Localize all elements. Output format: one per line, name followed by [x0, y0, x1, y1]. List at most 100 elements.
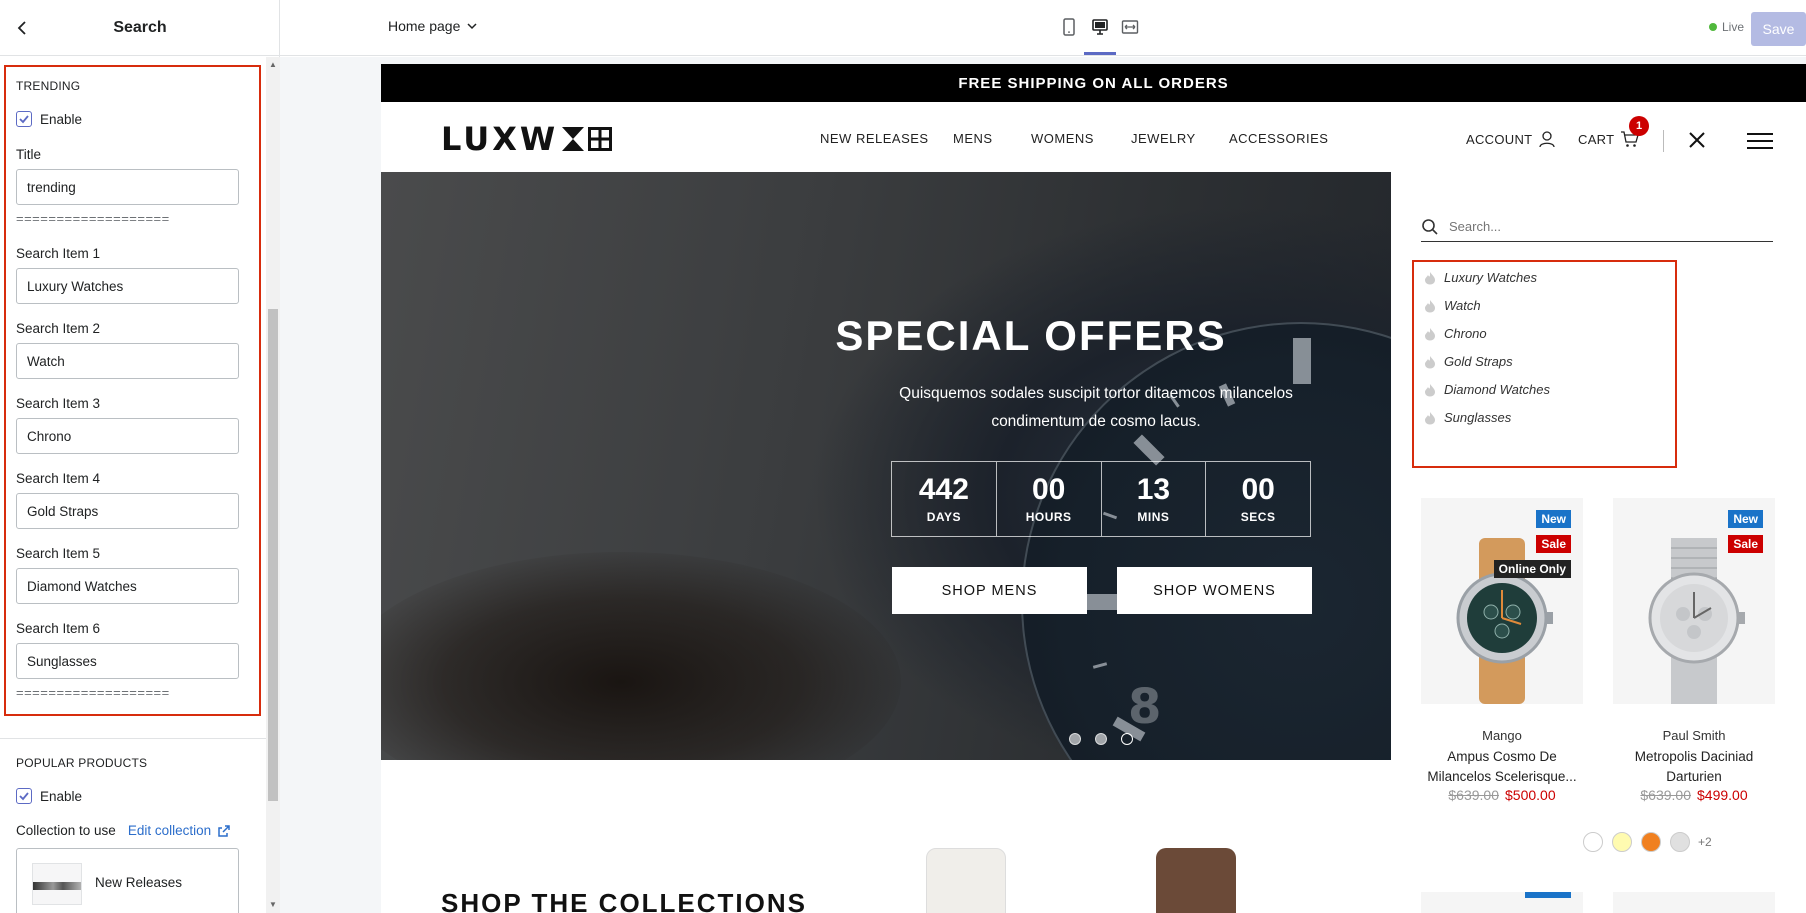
- sale-badge: Sale: [1536, 535, 1571, 553]
- countdown-unit: MINS: [1137, 510, 1170, 524]
- live-label: Live: [1722, 20, 1745, 34]
- hero-background-blur: [381, 552, 901, 760]
- search-input[interactable]: [1449, 219, 1749, 234]
- trending-item[interactable]: Diamond Watches: [1424, 382, 1550, 397]
- trending-divider-top: ===================: [16, 211, 170, 226]
- search-item-6-field[interactable]: [16, 643, 239, 679]
- account-link[interactable]: ACCOUNT: [1466, 130, 1556, 148]
- flame-icon: [1425, 411, 1435, 424]
- scroll-down-icon[interactable]: ▼: [269, 901, 277, 909]
- title-field-label: Title: [16, 147, 42, 162]
- search-item-1-label: Search Item 1: [16, 246, 101, 261]
- section-divider: [0, 738, 266, 739]
- flame-icon: [1425, 299, 1435, 312]
- search-item-3-label: Search Item 3: [16, 396, 101, 411]
- slide-dot[interactable]: [1069, 733, 1081, 745]
- product-price: $639.00 $500.00: [1421, 787, 1583, 803]
- trending-enable-checkbox[interactable]: Enable: [16, 111, 82, 127]
- product-title-line: Darturien: [1666, 769, 1722, 784]
- external-link-icon[interactable]: [217, 824, 231, 838]
- shop-womens-button[interactable]: SHOP WOMENS: [1117, 567, 1312, 614]
- nav-accessories[interactable]: ACCESSORIES: [1229, 131, 1328, 146]
- countdown-value: 442: [918, 473, 969, 506]
- nav-womens[interactable]: WOMENS: [1031, 131, 1094, 146]
- countdown-mins: 13 MINS: [1102, 462, 1207, 536]
- trending-list-highlight: Luxury Watches Watch Chrono Gold Straps …: [1412, 260, 1677, 468]
- search-item-5-label: Search Item 5: [16, 546, 101, 561]
- more-swatches-count[interactable]: +2: [1698, 835, 1712, 849]
- close-icon[interactable]: [1688, 131, 1706, 149]
- color-swatch-orange[interactable]: [1641, 832, 1661, 852]
- collection-thumbnail: [32, 863, 82, 905]
- countdown-unit: DAYS: [926, 510, 961, 524]
- back-icon[interactable]: [12, 17, 34, 39]
- collection-picker[interactable]: New Releases: [16, 848, 239, 913]
- popular-enable-checkbox[interactable]: Enable: [16, 788, 82, 804]
- nav-new-releases[interactable]: NEW RELEASES: [820, 131, 929, 146]
- search-item-2-field[interactable]: [16, 343, 239, 379]
- compare-price: $639.00: [1640, 787, 1691, 803]
- hamburger-menu-icon[interactable]: [1747, 132, 1773, 150]
- trending-item[interactable]: Watch: [1424, 298, 1481, 313]
- nav-mens[interactable]: MENS: [953, 131, 993, 146]
- trending-item[interactable]: Sunglasses: [1424, 410, 1511, 425]
- mobile-view-icon[interactable]: [1058, 16, 1080, 38]
- trending-item[interactable]: Chrono: [1424, 326, 1487, 341]
- popular-enable-label: Enable: [40, 788, 83, 804]
- sidebar-scrollbar[interactable]: ▲ ▼: [266, 57, 280, 913]
- product-vendor: Paul Smith: [1662, 728, 1726, 743]
- shop-mens-button[interactable]: SHOP MENS: [892, 567, 1087, 614]
- scroll-up-icon[interactable]: ▲: [269, 61, 277, 69]
- desktop-view-icon[interactable]: [1089, 16, 1111, 38]
- search-item-3-field[interactable]: [16, 418, 239, 454]
- color-swatch-yellow[interactable]: [1612, 832, 1632, 852]
- logo-mark-icon: [562, 127, 613, 151]
- header-divider: [1663, 130, 1664, 152]
- edit-collection-link[interactable]: Edit collection: [128, 823, 211, 838]
- page-selector[interactable]: Home page: [388, 18, 478, 34]
- product-title[interactable]: Ampus Cosmo De Milancelos Scelerisque...: [1421, 747, 1583, 787]
- product-image[interactable]: New Sale: [1613, 498, 1775, 704]
- title-field[interactable]: [16, 169, 239, 205]
- countdown-value: 00: [1031, 473, 1066, 506]
- trending-item-label: Watch: [1444, 298, 1481, 313]
- collections-heading: SHOP THE COLLECTIONS: [441, 888, 807, 913]
- live-status: Live: [1709, 20, 1744, 34]
- product-title[interactable]: Metropolis Daciniad Darturien: [1613, 747, 1775, 787]
- account-label: ACCOUNT: [1466, 131, 1533, 147]
- trending-item-label: Diamond Watches: [1444, 382, 1550, 397]
- slide-dot[interactable]: [1095, 733, 1107, 745]
- collections-section: SHOP THE COLLECTIONS: [381, 760, 1391, 913]
- hero-slideshow: 8 SPECIAL OFFERS Quisquemos sodales susc…: [381, 172, 1391, 760]
- color-swatch-grey[interactable]: [1670, 832, 1690, 852]
- save-button[interactable]: Save: [1751, 12, 1806, 46]
- color-swatch-white[interactable]: [1583, 832, 1603, 852]
- search-item-5-field[interactable]: [16, 568, 239, 604]
- cart-label: CART: [1578, 131, 1615, 147]
- product-image[interactable]: New Sale Online Only: [1421, 498, 1583, 704]
- store-logo[interactable]: LUXW: [441, 120, 614, 158]
- search-item-4-field[interactable]: [16, 493, 239, 529]
- scrollbar-thumb[interactable]: [268, 309, 278, 801]
- hero-text: Quisquemos sodales suscipit tortor ditae…: [899, 385, 1293, 430]
- user-icon: [1539, 131, 1556, 148]
- trending-item[interactable]: Gold Straps: [1424, 354, 1513, 369]
- countdown-secs: 00 SECS: [1206, 462, 1310, 536]
- announcement-bar: FREE SHIPPING ON ALL ORDERS: [381, 64, 1806, 102]
- search-item-1-field[interactable]: [16, 268, 239, 304]
- live-dot-icon: [1709, 23, 1717, 31]
- flame-icon: [1425, 355, 1435, 368]
- checkbox-checked-icon[interactable]: [16, 111, 32, 127]
- trending-item[interactable]: Luxury Watches: [1424, 270, 1537, 285]
- compare-price: $639.00: [1448, 787, 1499, 803]
- search-bar[interactable]: [1421, 212, 1773, 242]
- slide-dot-active[interactable]: [1121, 733, 1133, 745]
- store-preview: FREE SHIPPING ON ALL ORDERS LUXW NEW REL…: [381, 64, 1806, 913]
- countdown-hours: 00 HOURS: [997, 462, 1102, 536]
- nav-jewelry[interactable]: JEWELRY: [1131, 131, 1196, 146]
- fullscreen-view-icon[interactable]: [1119, 16, 1141, 38]
- product-title-line: Metropolis Daciniad: [1634, 749, 1754, 764]
- countdown-timer: 442 DAYS 00 HOURS 13 MINS 00 SECS: [891, 461, 1311, 537]
- checkbox-checked-icon[interactable]: [16, 788, 32, 804]
- product-title-line: Ampus Cosmo De: [1447, 749, 1557, 764]
